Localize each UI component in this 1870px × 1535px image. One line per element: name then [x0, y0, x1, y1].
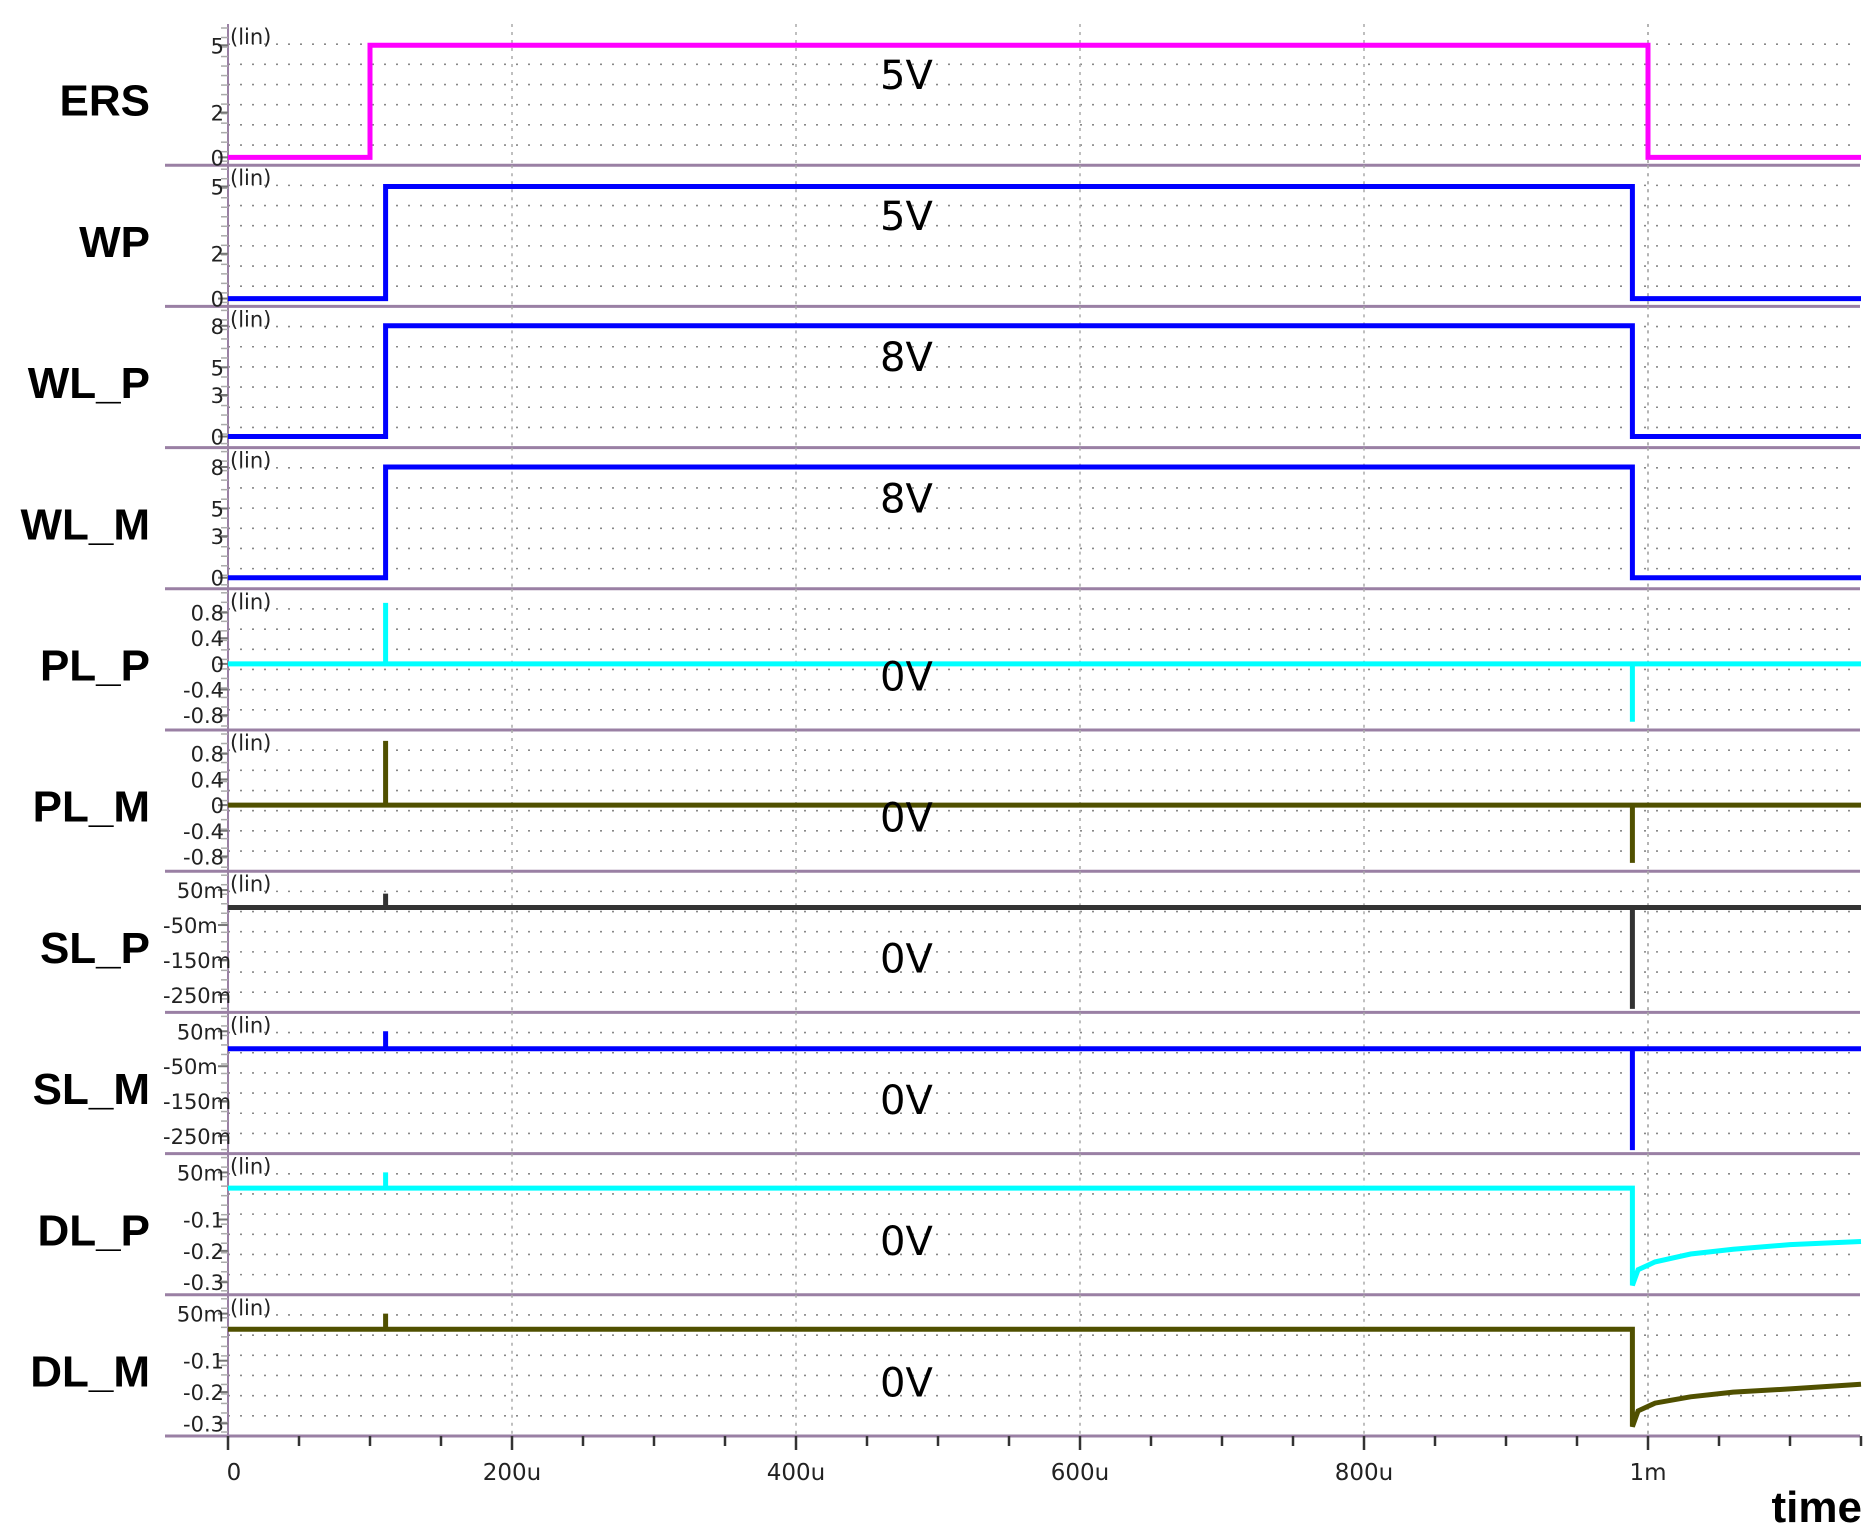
y-tick-label: -0.8 [183, 704, 224, 728]
y-tick-label: 0.4 [191, 768, 224, 792]
panel-pl-p: 0.80.40-0.4-0.8 (lin) PL_P 0V [40, 588, 1861, 732]
scale-label: (lin) [230, 166, 271, 190]
x-tick-label: 0 [227, 1460, 242, 1486]
panel-sl-p: 50m -50m -150m -250m (lin) SL_P 0V [40, 871, 1861, 1014]
y-tick-label: 5 [211, 34, 224, 58]
signal-name: SL_P [40, 924, 150, 973]
y-tick-label: 5 [211, 498, 224, 522]
x-tick-label: 600u [1051, 1460, 1109, 1486]
y-tick-label: 8 [211, 456, 224, 480]
voltage-annotation: 5V [880, 194, 933, 240]
scale-label: (lin) [230, 731, 271, 755]
y-tick-label: 50m [177, 1303, 224, 1327]
voltage-annotation: 8V [880, 476, 933, 522]
signal-name: WL_P [28, 359, 150, 408]
panel-sl-m: 50m -50m -150m -250m (lin) SL_M 0V [33, 1012, 1861, 1156]
trace-pl-p [228, 602, 1861, 722]
y-tick-label: 50m [177, 1020, 224, 1044]
y-tick-label: 50m [177, 879, 224, 903]
voltage-annotation: 8V [880, 335, 933, 381]
signal-name: PL_P [40, 641, 150, 690]
panel-pl-m: 0.80.40-0.4-0.8 (lin) PL_M 0V [33, 730, 1861, 873]
voltage-annotation: 0V [880, 1219, 933, 1265]
y-tick-label: 3 [211, 525, 224, 549]
trace-dl-m [228, 1313, 1862, 1428]
voltage-annotation: 0V [880, 796, 933, 842]
y-tick-label: -0.1 [183, 1350, 224, 1374]
y-tick-label: -0.2 [183, 1240, 224, 1264]
y-tick-label: -0.3 [183, 1412, 224, 1436]
trace-wl-m [228, 464, 1861, 581]
voltage-annotation: 0V [880, 937, 933, 983]
voltage-annotation: 0V [880, 654, 933, 700]
scale-label: (lin) [230, 1155, 271, 1179]
scale-label: (lin) [230, 307, 271, 331]
signal-name: WL_M [20, 500, 150, 549]
y-tick-label: -250m [163, 1125, 231, 1149]
y-tick-label: 3 [211, 384, 224, 408]
y-tick-label: 0.8 [191, 602, 224, 626]
y-tick-label: -0.3 [183, 1271, 224, 1295]
y-tick-label: 50m [177, 1161, 224, 1185]
y-tick-label: 5 [211, 356, 224, 380]
signal-name: WP [79, 218, 150, 267]
y-tick-label: 0 [211, 146, 224, 170]
signal-name: SL_M [33, 1065, 150, 1114]
signal-name: ERS [60, 77, 150, 126]
panel-wp: 5 2 0 (lin) WP 5V [79, 165, 1861, 312]
trace-sl-m [228, 1031, 1861, 1151]
scale-label: (lin) [230, 1296, 271, 1320]
panel-dl-m: 50m -0.1 -0.2 -0.3 (lin) DL_M 0V [30, 1294, 1862, 1438]
y-tick-label: -50m [163, 914, 218, 938]
y-tick-label: 0.8 [191, 743, 224, 767]
y-tick-label: 0 [211, 794, 224, 818]
x-axis-title: time [1772, 1483, 1862, 1532]
trace-pl-m [228, 740, 1861, 863]
panel-dl-p: 50m -0.1 -0.2 -0.3 (lin) DL_P 0V [38, 1153, 1862, 1297]
scale-label: (lin) [230, 590, 271, 614]
y-tick-label: -50m [163, 1055, 218, 1079]
y-tick-label: 0.4 [191, 627, 224, 651]
y-tick-label: 5 [211, 175, 224, 199]
y-tick-label: -250m [163, 984, 231, 1008]
trace-dl-p [228, 1172, 1862, 1287]
x-axis: 0 200u 400u 600u 800u 1m time [227, 1436, 1863, 1532]
trace-ers [228, 42, 1861, 160]
scale-label: (lin) [230, 1013, 271, 1037]
x-tick-label: 400u [767, 1460, 825, 1486]
scale-label: (lin) [230, 25, 271, 49]
x-tick-label: 800u [1335, 1460, 1393, 1486]
y-tick-label: 0 [211, 426, 224, 450]
y-tick-label: -0.2 [183, 1381, 224, 1405]
y-tick-label: -150m [163, 949, 231, 973]
x-tick-label: 1m [1629, 1460, 1666, 1486]
scale-label: (lin) [230, 449, 271, 473]
y-tick-label: -150m [163, 1090, 231, 1114]
panel-wl-p: 8 5 3 0 (lin) WL_P 8V [28, 306, 1861, 450]
y-tick-label: 0 [211, 567, 224, 591]
panel-wl-m: 8 5 3 0 (lin) WL_M 8V [20, 447, 1861, 591]
voltage-annotation: 0V [880, 1360, 933, 1406]
signal-name: PL_M [33, 783, 150, 832]
voltage-annotation: 0V [880, 1078, 933, 1124]
y-tick-label: 2 [211, 102, 224, 126]
y-tick-label: -0.4 [183, 820, 224, 844]
signal-name: DL_M [30, 1347, 150, 1396]
voltage-annotation: 5V [880, 53, 933, 99]
trace-wl-p [228, 323, 1861, 439]
y-tick-label: 0 [211, 653, 224, 677]
y-tick-label: -0.8 [183, 845, 224, 869]
trace-wp [228, 184, 1861, 302]
y-tick-label: -0.1 [183, 1208, 224, 1232]
signal-name: DL_P [38, 1206, 150, 1255]
y-tick-label: -0.4 [183, 679, 224, 703]
waveform-chart: 520(lin)ERS5V520(lin)WP5V8530(lin)WL_P8V… [20, 24, 1863, 1532]
x-tick-label: 200u [483, 1460, 541, 1486]
y-tick-label: 8 [211, 315, 224, 339]
y-tick-label: 2 [211, 243, 224, 267]
scale-label: (lin) [230, 872, 271, 896]
y-tick-label: 0 [211, 288, 224, 312]
panel-ers: 5 2 0 (lin) ERS 5V [60, 24, 1861, 170]
